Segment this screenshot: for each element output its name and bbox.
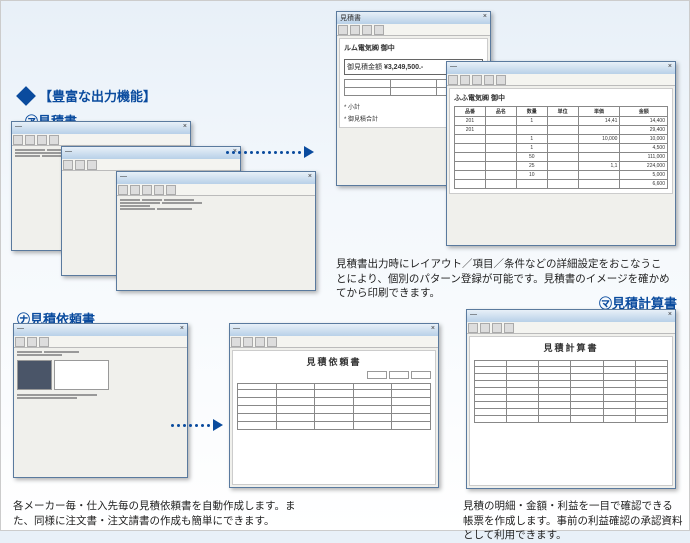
window-title-text: 見積書: [340, 13, 361, 23]
request-caption: 各メーカー毎・仕入先毎の見積依頼書を自動作成します。また、同様に注文書・注文請書…: [13, 499, 313, 528]
window-toolbar: [467, 322, 675, 334]
table-row: 6,600: [455, 180, 668, 189]
request-form: —×: [13, 323, 188, 478]
window-toolbar: [337, 24, 490, 36]
h-unit: 単位: [547, 107, 578, 117]
window-toolbar: [62, 159, 240, 171]
customer-label: ルム電気㈱ 御中: [344, 43, 483, 53]
window-titlebar: —×: [230, 324, 438, 336]
request-preview: —× 見積依頼書: [229, 323, 439, 488]
window-toolbar: [14, 336, 187, 348]
window-titlebar: 見積書 ×: [337, 12, 490, 24]
amount-label: 御見積金額: [347, 64, 382, 71]
h-price: 単価: [578, 107, 620, 117]
close-icon: ×: [431, 325, 435, 335]
close-icon: ×: [183, 123, 187, 133]
table-row: 20129,400: [455, 126, 668, 135]
close-icon: ×: [483, 13, 487, 23]
request-doc-title: 見積依頼書: [237, 355, 431, 368]
window-titlebar: —×: [467, 310, 675, 322]
h-qty: 数量: [516, 107, 547, 117]
h-itemno: 品番: [455, 107, 486, 117]
diamond-icon: [16, 86, 36, 106]
window-titlebar: —×: [62, 147, 240, 159]
arrow-icon: [226, 146, 314, 158]
calc-doc-title: 見積計算書: [474, 341, 668, 354]
feature-header: 【豊富な出力機能】: [19, 86, 156, 105]
window-titlebar: —×: [117, 172, 315, 184]
close-icon: ×: [308, 173, 312, 183]
table-row: 201114,4114,400: [455, 117, 668, 126]
window-toolbar: [230, 336, 438, 348]
h-name: 品名: [485, 107, 516, 117]
quote-preview-2: —× ふふ電気㈱ 御中 品番 品名 数量 単位 単価 金額 201114,411…: [446, 61, 676, 246]
window-title-text: —: [15, 123, 22, 133]
arrow-icon: [171, 419, 223, 431]
close-icon: ×: [668, 311, 672, 321]
calc-preview: —× 見積計算書: [466, 309, 676, 489]
table-row: 110,00010,000: [455, 135, 668, 144]
close-icon: ×: [668, 63, 672, 73]
close-icon: ×: [180, 325, 184, 335]
table-row: 251,1224,000: [455, 162, 668, 171]
window-toolbar: [117, 184, 315, 196]
customer-label-2: ふふ電気㈱ 御中: [454, 93, 668, 103]
window-titlebar: —×: [12, 122, 190, 134]
amount-value: ¥3,249,500.-: [384, 64, 423, 71]
window-toolbar: [447, 74, 675, 86]
feature-title: 【豊富な出力機能】: [39, 86, 156, 105]
window-titlebar: —×: [447, 62, 675, 74]
window-titlebar: —×: [14, 324, 187, 336]
h-amount: 金額: [620, 107, 668, 117]
quote-form-3: —×: [116, 171, 316, 291]
table-row: 105,000: [455, 171, 668, 180]
calc-caption: 見積の明細・金額・利益を一目で確認できる帳票を作成します。事前の利益確認の承認資…: [463, 499, 683, 543]
table-row: 50111,000: [455, 153, 668, 162]
window-toolbar: [12, 134, 190, 146]
table-row: 14,500: [455, 144, 668, 153]
